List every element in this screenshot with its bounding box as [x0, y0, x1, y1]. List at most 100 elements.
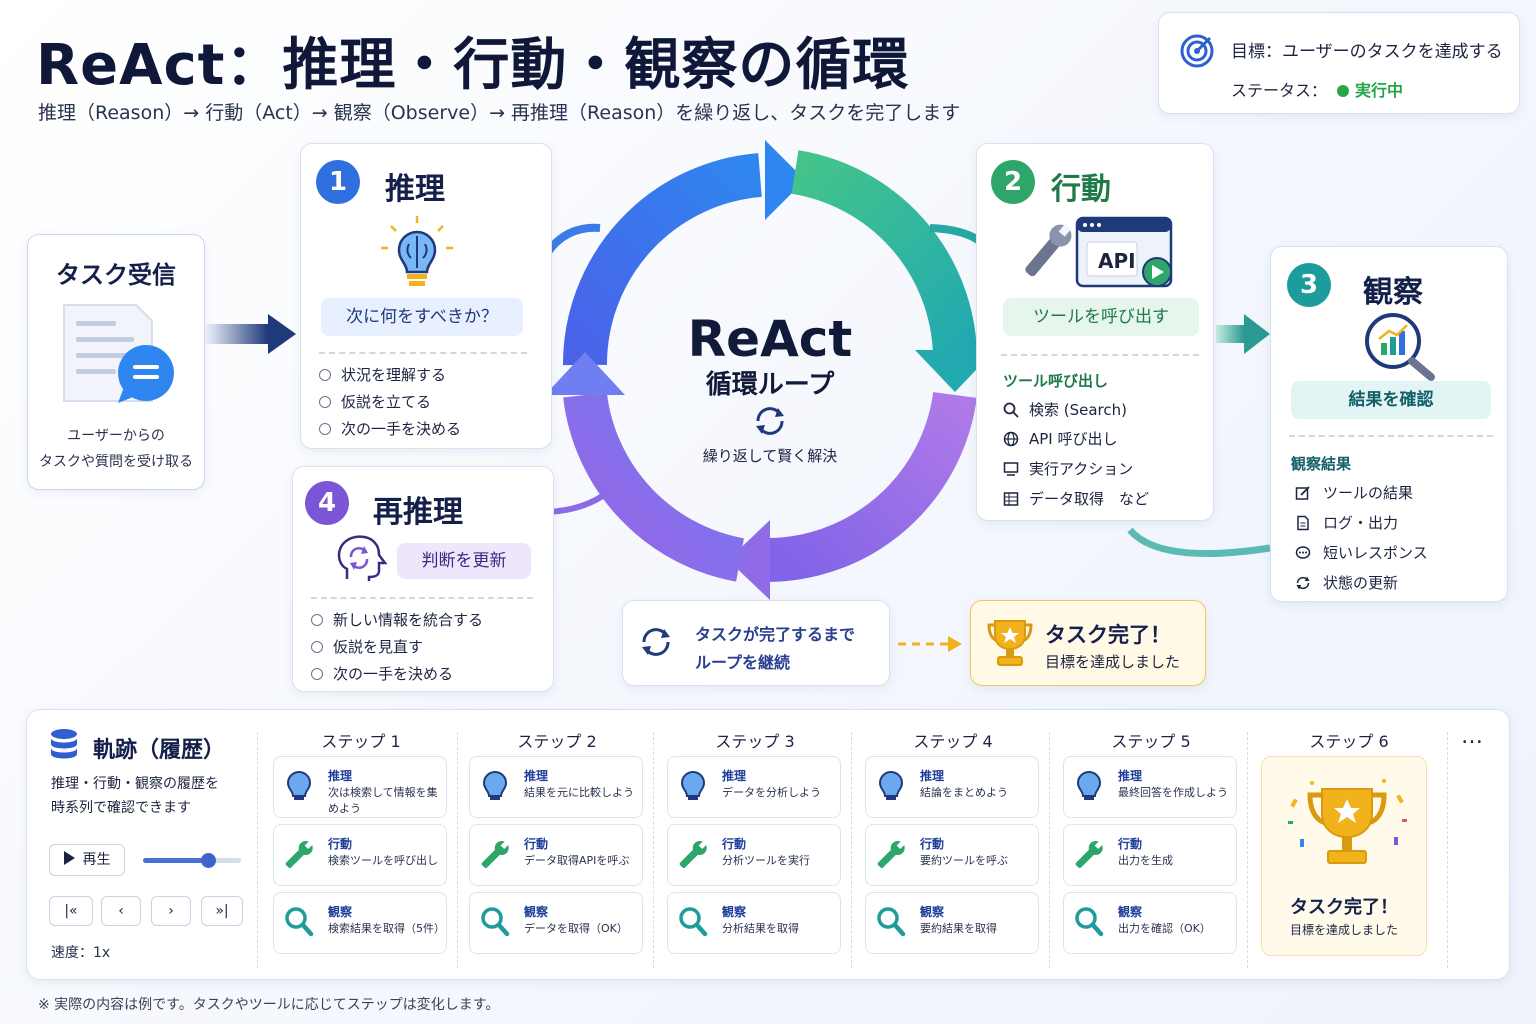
reason-card: 1 推理 次に何をすべきか？ 状況を理解する 仮説を立てる 次の一手を決める [300, 143, 552, 449]
step-act-text: 要約ツールを呼ぶ [920, 854, 1008, 867]
trajectory-panel: 軌跡（履歴） 推理・行動・観察の履歴を 時系列で確認できます 再生 |« ‹ › … [26, 709, 1510, 980]
step-act-text: 検索ツールを呼び出し [328, 854, 438, 867]
task-receive-desc: ユーザーからの タスクや質問を受け取る [28, 423, 204, 475]
done-title: タスク完了！ [1045, 623, 1171, 647]
task-receive-title: タスク受信 [56, 261, 176, 289]
step-act-cell[interactable]: 行動 要約ツールを呼ぶ [865, 824, 1039, 886]
task-receive-desc1: ユーザーからの [67, 428, 165, 444]
step-reason-cell[interactable]: 推理 データを分析しよう [667, 756, 841, 818]
step-observe-text: 検索結果を取得（5件） [328, 922, 445, 935]
act-title: 行動 [1051, 172, 1111, 207]
loop-sub: 循環ループ [705, 370, 835, 400]
trajectory-title: 軌跡（履歴） [93, 738, 226, 763]
step-reason-text: 最終回答を作成しよう [1118, 786, 1228, 799]
loop-name: ReAct [687, 310, 853, 368]
step-kind-label: 観察 [328, 905, 353, 919]
step-kind-label: 観察 [524, 905, 549, 919]
bulb-icon [678, 769, 708, 803]
step-kind-label: 観察 [920, 905, 945, 919]
brain-bulb-icon [381, 216, 453, 286]
step-reason-cell[interactable]: 推理結論をまとめよう [865, 756, 1039, 818]
step-reason-cell[interactable]: 推理 次は検索して情報を集めよう [273, 756, 447, 818]
step-reason-cell[interactable]: 推理 結果を元に比較しよう [469, 756, 643, 818]
rereason-card: 4 再推理 判断を更新 新しい情報を統合する 仮説を見直す 次の一手を決める [292, 466, 554, 692]
wrench-icon [1074, 837, 1104, 871]
step-header: ステップ 6 [1309, 732, 1389, 751]
act-list-title: ツール呼び出し [1003, 372, 1109, 390]
globe-icon [1003, 431, 1019, 447]
last-step-button[interactable]: »| [201, 896, 243, 926]
wrench-icon [480, 837, 510, 871]
speed-label: 速度：1x [51, 945, 111, 961]
step-kind-label: 推理 [1118, 769, 1143, 783]
step-observe-text: 要約結果を取得 [920, 922, 997, 935]
observe-item: ログ・出力 [1295, 512, 1398, 533]
more-icon[interactable]: … [1461, 724, 1483, 749]
skip-forward-icon: »| [215, 903, 229, 919]
observe-arrow-shaft [1216, 325, 1244, 343]
step-act-cell[interactable]: 行動 データ取得APIを呼ぶ [469, 824, 643, 886]
step-observe-cell[interactable]: 観察検索結果を取得（5件） [273, 892, 447, 954]
step-observe-cell[interactable]: 観察 分析結果を取得 [667, 892, 841, 954]
observe-item: 短いレスポンス [1295, 542, 1428, 563]
rereason-item: 仮説を見直す [311, 636, 423, 657]
search-icon [876, 905, 906, 939]
trajectory-desc: 推理・行動・観察の履歴を 時系列で確認できます [51, 776, 219, 816]
magnifier-chart-icon [1365, 313, 1435, 381]
continue-text: タスクが完了するまで ループを継続 [695, 625, 856, 672]
step-act-cell[interactable]: 行動 出力を生成 [1063, 824, 1237, 886]
step-reason-cell[interactable]: 推理最終回答を作成しよう [1063, 756, 1237, 818]
step-act-text: 分析ツールを実行 [722, 854, 810, 867]
step-act-text: データ取得APIを呼ぶ [524, 854, 630, 867]
reason-pill: 次に何をすべきか？ [321, 298, 523, 336]
step-kind-label: 観察 [722, 905, 747, 919]
observe-card: 3 観察 結果を確認 観察結果 ツールの結果 ログ・出力 短いレスポンス 状態の… [1270, 246, 1508, 602]
step-reason-text: 次は検索して情報を集めよう [328, 786, 438, 815]
step-act-cell[interactable]: 行動 分析ツールを実行 [667, 824, 841, 886]
input-arrowhead [268, 314, 296, 354]
step-reason-text: 結論をまとめよう [920, 786, 1008, 799]
act-number: 2 [991, 160, 1035, 204]
step-act-cell[interactable]: 行動 検索ツールを呼び出し [273, 824, 447, 886]
step-header: ステップ 1 [321, 732, 401, 751]
search-icon [284, 905, 314, 939]
act-item-exec: 実行アクション [1003, 458, 1133, 479]
rereason-pill: 判断を更新 [397, 543, 531, 579]
play-button[interactable]: 再生 [49, 844, 125, 876]
search-icon [1003, 402, 1019, 418]
observe-title: 観察 [1363, 275, 1423, 310]
done-arrowhead [948, 636, 962, 652]
trophy-icon [1288, 779, 1407, 864]
step-header: ステップ 5 [1111, 732, 1191, 751]
done-desc: 目標を達成しました [1045, 653, 1181, 671]
first-step-button[interactable]: |« [49, 896, 93, 926]
act-card: 2 行動 API ツールを呼び出す ツール呼び出し 検索 (Search) AP… [976, 143, 1214, 521]
next-step-button[interactable]: › [151, 896, 191, 926]
arrowhead-rereason [545, 352, 625, 395]
step-observe-cell[interactable]: 観察 要約結果を取得 [865, 892, 1039, 954]
step-header: ステップ 2 [517, 732, 597, 751]
act-item-search: 検索 (Search) [1003, 399, 1127, 420]
step-act-text: 出力を生成 [1118, 854, 1173, 867]
loop-center: ReAct 循環ループ 繰り返して賢く解決 [640, 310, 900, 466]
step-observe-cell[interactable]: 観察 出力を確認（OK） [1063, 892, 1237, 954]
observe-item: ツールの結果 [1295, 482, 1413, 503]
wrench-icon [678, 837, 708, 871]
step-observe-cell[interactable]: 観察データを取得（OK） [469, 892, 643, 954]
final-desc: 目標を達成しました [1289, 923, 1398, 937]
step-header: ステップ 4 [913, 732, 993, 751]
wrench-icon [284, 837, 314, 871]
final-title: タスク完了！ [1290, 897, 1398, 918]
observe-return-curve [1127, 527, 1271, 558]
final-step-card[interactable]: タスク完了！ 目標を達成しました [1261, 756, 1427, 956]
bulb-icon [480, 769, 510, 803]
search-icon [1074, 905, 1104, 939]
act-pill: ツールを呼び出す [1003, 298, 1199, 336]
step-kind-label: 行動 [1118, 837, 1143, 851]
input-arrow-shaft [206, 324, 268, 344]
step-observe-text: データを取得（OK） [524, 922, 628, 935]
search-icon [678, 905, 708, 939]
step-kind-label: 推理 [920, 769, 945, 783]
speed-slider-handle[interactable] [201, 853, 216, 868]
prev-step-button[interactable]: ‹ [101, 896, 141, 926]
